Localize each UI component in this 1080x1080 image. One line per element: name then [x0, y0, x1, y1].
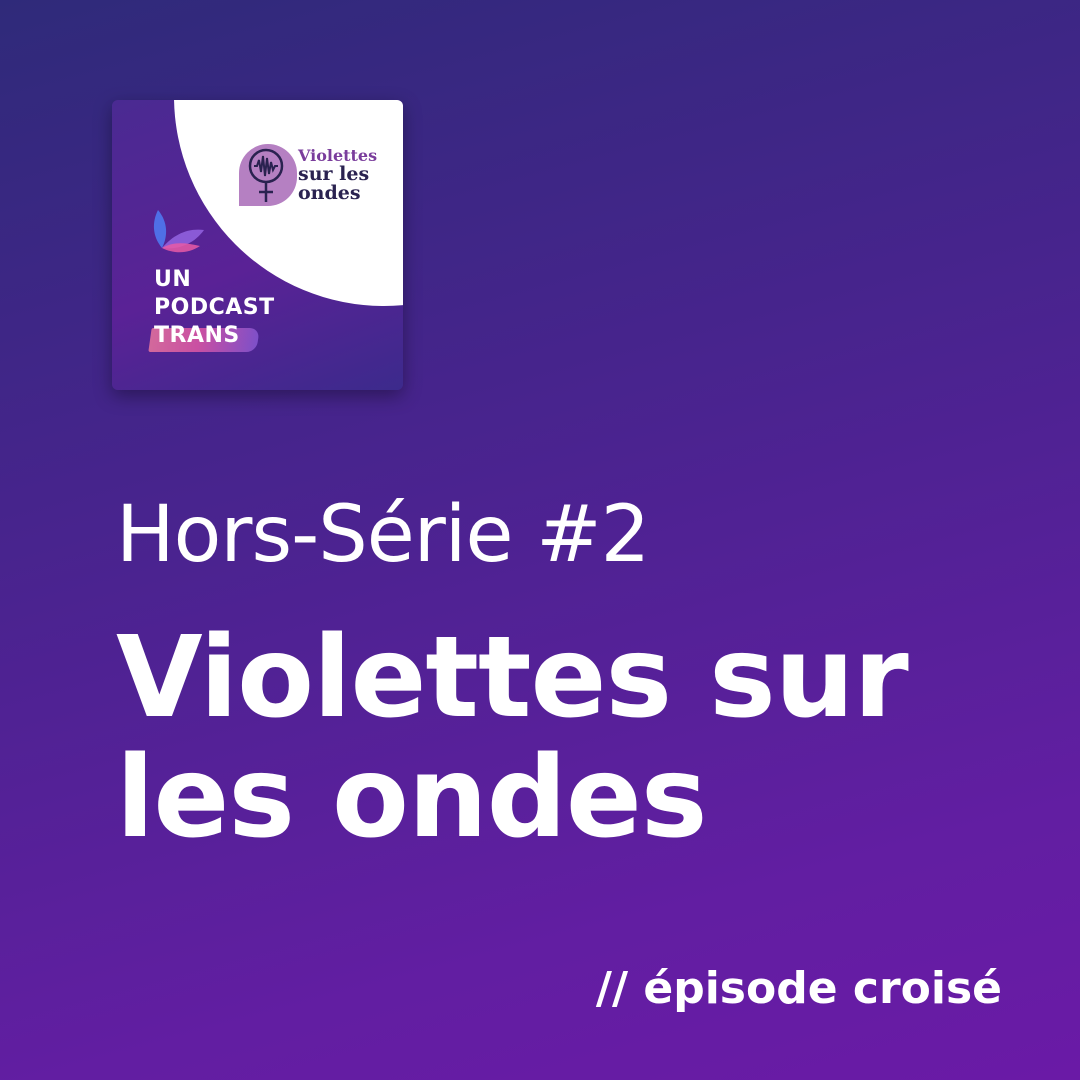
venus-waveform-icon: [239, 144, 297, 206]
logo-line-3: ondes: [298, 182, 361, 204]
episode-title-line-2: les ondes: [116, 733, 707, 863]
podcast-cover-art: Violettes sur les ondes UN PODCAST TRANS: [112, 100, 403, 390]
series-label: Hors-Série #2: [116, 490, 650, 580]
leaf-icon: [153, 210, 204, 253]
cover-label-line-3: TRANS: [154, 323, 240, 348]
episode-tagline: // épisode croisé: [595, 963, 1002, 1014]
trans-highlight: TRANS: [148, 322, 275, 352]
episode-title: Violettes sur les ondes: [116, 613, 909, 863]
cover-label-line-1: UN: [154, 267, 192, 292]
episode-title-line-1: Violettes sur: [116, 613, 909, 743]
logo-wordmark: Violettes sur les ondes: [298, 146, 377, 203]
cover-label: UN PODCAST TRANS: [148, 266, 275, 352]
cover-label-line-2: PODCAST: [154, 295, 275, 320]
